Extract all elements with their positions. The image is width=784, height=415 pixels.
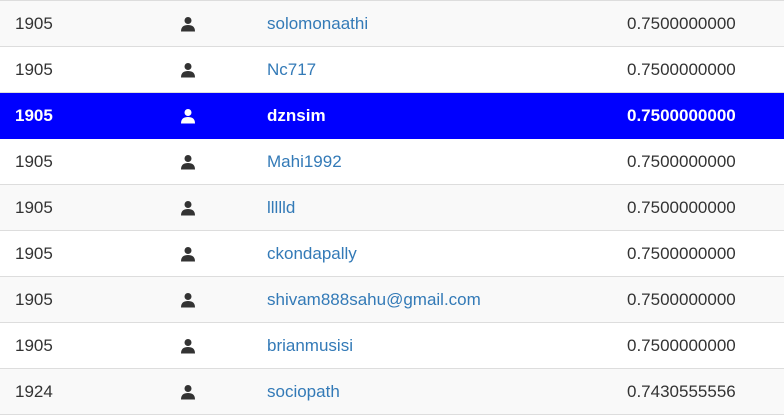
score-cell: 0.7500000000 — [627, 335, 736, 355]
table-row: 1905 solomonaathi 0.7500000000 — [0, 1, 784, 47]
username-link[interactable]: dznsim — [267, 106, 326, 125]
table-row: 1905 Nc717 0.7500000000 — [0, 47, 784, 93]
rank-cell: 1905 — [15, 243, 53, 263]
user-icon — [181, 292, 195, 307]
table-row-selected: 1905 dznsim 0.7500000000 — [0, 93, 784, 139]
username-link[interactable]: brianmusisi — [267, 336, 353, 355]
score-cell: 0.7500000000 — [627, 289, 736, 309]
score-cell: 0.7500000000 — [627, 243, 736, 263]
username-link[interactable]: shivam888sahu@gmail.com — [267, 290, 481, 309]
user-icon — [181, 62, 195, 77]
score-cell: 0.7430555556 — [627, 381, 736, 401]
table-row: 1905 ckondapally 0.7500000000 — [0, 231, 784, 277]
score-cell: 0.7500000000 — [627, 151, 736, 171]
score-cell: 0.7500000000 — [627, 13, 736, 33]
rank-cell: 1905 — [15, 105, 53, 125]
table-row: 1905 llllld 0.7500000000 — [0, 185, 784, 231]
username-link[interactable]: solomonaathi — [267, 14, 368, 33]
user-icon — [181, 154, 195, 169]
table-row: 1905 shivam888sahu@gmail.com 0.750000000… — [0, 277, 784, 323]
username-link[interactable]: Nc717 — [267, 60, 316, 79]
user-icon — [181, 108, 195, 123]
user-icon — [181, 384, 195, 399]
user-icon — [181, 338, 195, 353]
rank-cell: 1905 — [15, 13, 53, 33]
table-row: 1924 sociopath 0.7430555556 — [0, 369, 784, 415]
username-link[interactable]: sociopath — [267, 382, 340, 401]
score-cell: 0.7500000000 — [627, 197, 736, 217]
table-row: 1905 Mahi1992 0.7500000000 — [0, 139, 784, 185]
score-cell: 0.7500000000 — [627, 105, 736, 125]
rank-cell: 1905 — [15, 197, 53, 217]
rank-cell: 1905 — [15, 289, 53, 309]
username-link[interactable]: Mahi1992 — [267, 152, 342, 171]
leaderboard-table: 1905 solomonaathi 0.7500000000 1905 Nc71… — [0, 0, 784, 415]
user-icon — [181, 16, 195, 31]
username-link[interactable]: ckondapally — [267, 244, 357, 263]
user-icon — [181, 200, 195, 215]
rank-cell: 1905 — [15, 59, 53, 79]
username-link[interactable]: llllld — [267, 198, 295, 217]
rank-cell: 1924 — [15, 381, 53, 401]
user-icon — [181, 246, 195, 261]
rank-cell: 1905 — [15, 335, 53, 355]
score-cell: 0.7500000000 — [627, 59, 736, 79]
rank-cell: 1905 — [15, 151, 53, 171]
table-row: 1905 brianmusisi 0.7500000000 — [0, 323, 784, 369]
